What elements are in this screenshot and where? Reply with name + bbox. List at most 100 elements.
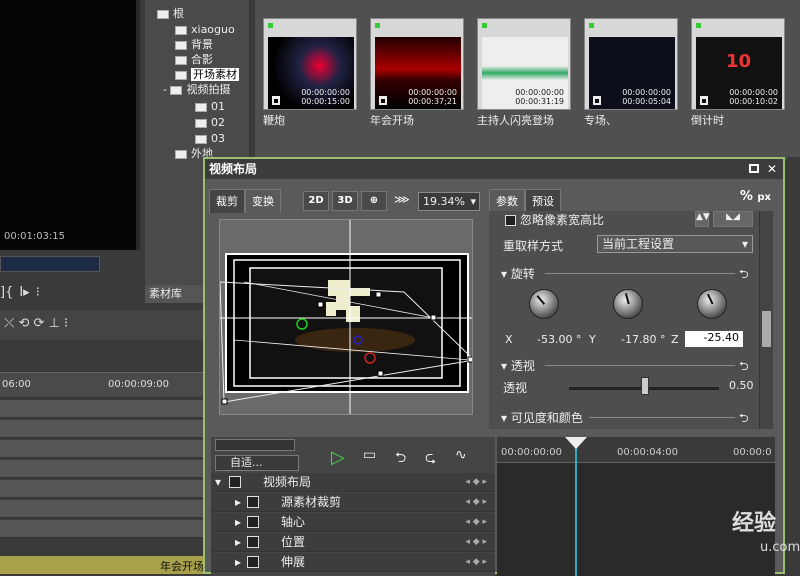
- tree-item[interactable]: 02: [195, 115, 225, 130]
- spin-icon[interactable]: ▲▼: [695, 211, 710, 227]
- rot-z-input[interactable]: -25.40: [685, 331, 743, 347]
- redo-icon[interactable]: ⮎: [425, 447, 436, 471]
- thumbnail[interactable]: 10 00:00:00:00 00:00:10:02: [691, 18, 785, 110]
- kf-nav-icon[interactable]: ◂ ◆ ▸: [465, 513, 487, 532]
- play-icon[interactable]: ▷: [331, 447, 345, 468]
- mark-in-icon[interactable]: ]{: [0, 285, 13, 300]
- checkbox-icon[interactable]: [247, 536, 259, 548]
- timeline-ruler[interactable]: 06:00 00:00:09:00: [0, 372, 205, 398]
- kf-nav-icon[interactable]: ◂ ◆ ▸: [465, 553, 487, 572]
- rotation-z-knob[interactable]: [697, 289, 727, 319]
- kf-nav-icon[interactable]: ◂ ◆ ▸: [465, 533, 487, 552]
- zoom-slider[interactable]: [215, 439, 295, 451]
- kf-row[interactable]: ▾ 视频布局 ◂ ◆ ▸: [211, 473, 495, 492]
- kf-time: 00:00:04:00: [617, 447, 679, 458]
- checkbox-icon[interactable]: [247, 516, 259, 528]
- rot-y-value[interactable]: -17.80 °: [621, 333, 665, 346]
- kf-row[interactable]: ▸ 伸展 ◂ ◆ ▸: [211, 553, 495, 572]
- video-layout-dialog: 视频布局 ✕ 裁剪 变换 2D 3D ⊕ ⋙ 19.34% ▾ 参数 预设 % px 忽略像素…: [203, 157, 785, 576]
- perspective-label: 透视: [503, 381, 528, 395]
- unit-toggle[interactable]: % px: [740, 189, 771, 204]
- track[interactable]: [0, 460, 205, 478]
- perspective-value[interactable]: 0.50: [729, 379, 754, 392]
- properties-scrollbar[interactable]: [759, 211, 773, 429]
- menu-icon[interactable]: ⁝: [36, 285, 40, 300]
- thumbnail[interactable]: 00:00:00:00 00:00:05:04: [584, 18, 678, 110]
- tree-item[interactable]: - 视频拍摄: [163, 82, 230, 97]
- slider-handle[interactable]: [641, 377, 649, 395]
- rotation-section[interactable]: ▾ 旋转: [501, 265, 535, 282]
- checkbox-icon[interactable]: [247, 496, 259, 508]
- tree-item[interactable]: 01: [195, 99, 225, 114]
- track[interactable]: [0, 400, 205, 418]
- tree-root[interactable]: 根: [157, 6, 184, 21]
- right-tabs: 参数 预设: [489, 189, 561, 213]
- expand-icon[interactable]: ▸: [235, 553, 241, 572]
- rotation-y-knob[interactable]: [613, 289, 643, 319]
- checkbox-icon[interactable]: [229, 476, 241, 488]
- thumbnail[interactable]: 00:00:00:00 00:00:31:19: [477, 18, 571, 110]
- resample-select[interactable]: 当前工程设置 ▾: [597, 235, 753, 253]
- undo-icon[interactable]: ⮌: [739, 265, 749, 286]
- timeline-tools-icon[interactable]: ⤬ ⟲ ⟳ ⊥ ⁝: [4, 316, 68, 331]
- graph-icon[interactable]: ∿: [455, 447, 467, 463]
- track[interactable]: [0, 480, 205, 498]
- checkbox-icon[interactable]: [247, 556, 259, 568]
- preview-scrubber[interactable]: [0, 256, 100, 272]
- tab-crop[interactable]: 裁剪: [209, 189, 245, 213]
- 3d-button[interactable]: 3D: [332, 191, 358, 211]
- expand-icon[interactable]: ▸: [235, 533, 241, 552]
- kf-nav-icon[interactable]: ◂ ◆ ▸: [465, 473, 487, 492]
- rot-x-value[interactable]: -53.00 °: [537, 333, 581, 346]
- expand-icon[interactable]: ▸: [235, 493, 241, 512]
- fit-icon[interactable]: ⋙: [394, 193, 410, 206]
- kf-ruler[interactable]: 00:00:00:00 00:00:04:00 00:00:0: [497, 437, 775, 463]
- tab-transform[interactable]: 变换: [245, 189, 281, 213]
- rotation-x-knob[interactable]: [529, 289, 559, 319]
- kf-nav-icon[interactable]: ◂ ◆ ▸: [465, 493, 487, 512]
- ignore-aspect-checkbox[interactable]: 忽略像素宽高比: [505, 211, 604, 228]
- visibility-section[interactable]: ▾ 可见度和颜色: [501, 409, 583, 426]
- track[interactable]: [0, 500, 205, 518]
- zoom-select[interactable]: 19.34% ▾: [418, 192, 480, 211]
- scroll-thumb[interactable]: [762, 311, 771, 347]
- resample-value: 当前工程设置: [602, 237, 675, 251]
- kf-mode-select[interactable]: 自适...: [215, 455, 299, 471]
- tab-presets[interactable]: 预设: [525, 189, 561, 213]
- tree-item[interactable]: 03: [195, 131, 225, 146]
- kf-row[interactable]: ▸ 源素材裁剪 ◂ ◆ ▸: [211, 493, 495, 512]
- timeline-clip[interactable]: 年会开场: [0, 556, 205, 574]
- checkbox-icon[interactable]: [505, 215, 516, 226]
- undo-icon[interactable]: ⮌: [739, 357, 749, 378]
- perspective-section[interactable]: ▾ 透视: [501, 357, 535, 374]
- track[interactable]: [0, 440, 205, 458]
- tree-item[interactable]: 背景: [175, 37, 213, 52]
- divider: [589, 417, 735, 418]
- thumbnail[interactable]: 00:00:00:00 00:00:15:00: [263, 18, 357, 110]
- thumbnail[interactable]: 00:00:00:00 00:00:37;21: [370, 18, 464, 110]
- close-icon[interactable]: ✕: [767, 159, 777, 179]
- comment-icon[interactable]: ▭: [363, 447, 376, 463]
- track[interactable]: [0, 520, 205, 538]
- step-icon[interactable]: I▸: [19, 285, 29, 300]
- expand-icon[interactable]: ▸: [235, 513, 241, 532]
- mirror-button[interactable]: ◣◢: [713, 211, 753, 227]
- track[interactable]: [0, 420, 205, 438]
- maximize-icon[interactable]: [749, 164, 759, 173]
- 2d-button[interactable]: 2D: [303, 191, 329, 211]
- grid-button[interactable]: ⊕: [361, 191, 387, 211]
- undo-icon[interactable]: ⮌: [739, 409, 749, 430]
- expand-icon[interactable]: ▾: [215, 473, 221, 492]
- undo-icon[interactable]: ⮌: [395, 447, 406, 471]
- playhead[interactable]: [575, 437, 577, 576]
- layout-canvas[interactable]: [219, 219, 473, 415]
- playhead-handle[interactable]: [565, 437, 587, 449]
- dialog-titlebar[interactable]: 视频布局 ✕: [205, 159, 783, 179]
- kf-row[interactable]: ▸ 位置 ◂ ◆ ▸: [211, 533, 495, 552]
- tab-params[interactable]: 参数: [489, 189, 525, 213]
- tree-item[interactable]: 合影: [175, 52, 213, 67]
- tree-item[interactable]: xiaoguo: [175, 22, 235, 37]
- folder-icon: [157, 9, 169, 19]
- tree-item-selected[interactable]: 开场素材: [175, 67, 239, 82]
- kf-row[interactable]: ▸ 轴心 ◂ ◆ ▸: [211, 513, 495, 532]
